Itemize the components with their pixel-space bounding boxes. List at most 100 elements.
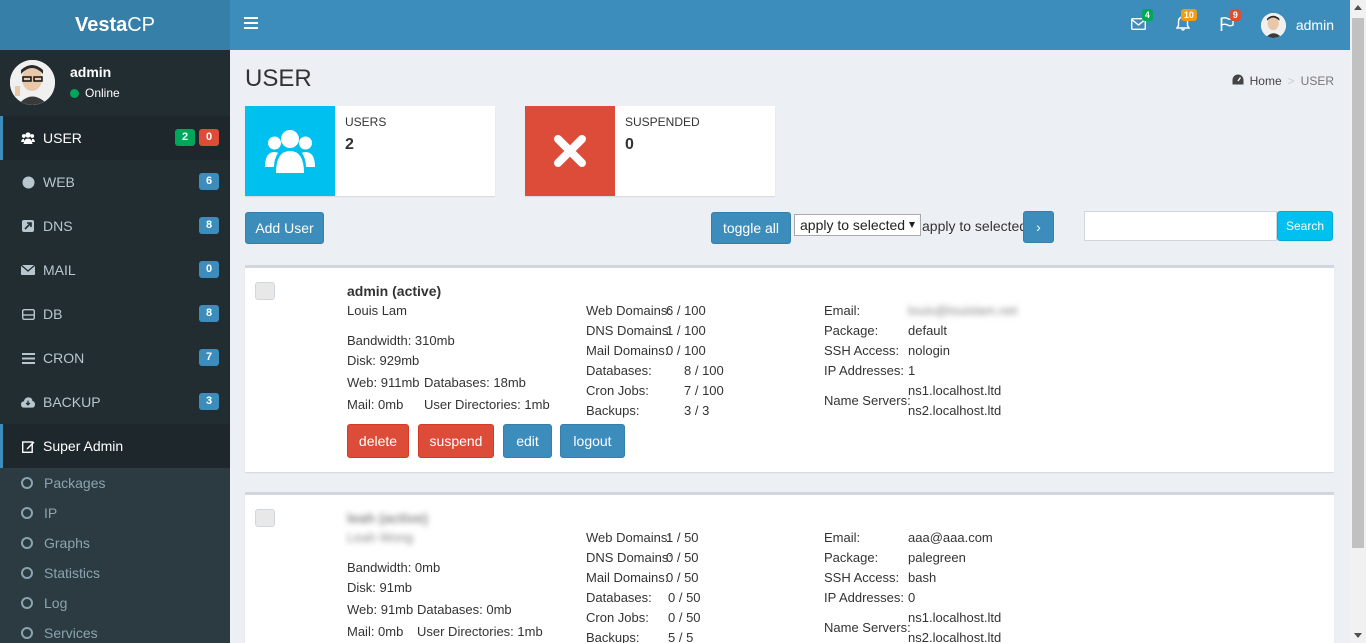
scroll-down-icon[interactable] [1354,633,1362,638]
ns-label: Name Servers: [824,620,911,635]
page-title: USER [245,65,312,92]
ip-label: IP Addresses: [824,590,904,605]
quota-label: Mail Domains: [586,343,669,358]
logout-button[interactable]: logout [560,424,625,458]
quota-value: 8 / 100 [684,363,724,378]
databases-usage: Databases: 0mb [417,602,512,617]
database-icon [21,307,35,321]
submenu-label: Statistics [44,565,101,581]
circle-icon [21,567,33,579]
messages-menu[interactable]: 4 [1117,0,1161,50]
submenu-item-services[interactable]: Services [0,618,230,643]
quota-value: 6 / 100 [666,303,706,318]
delete-button[interactable]: delete [347,424,409,458]
sidebar-item-db[interactable]: DB 8 [0,292,230,336]
row-checkbox[interactable] [255,282,275,300]
quota-label: DNS Domains: [586,323,672,338]
breadcrumb-home[interactable]: Home [1250,74,1282,88]
app-logo[interactable]: VestaCP [0,0,230,50]
sidebar-item-web[interactable]: WEB 6 [0,160,230,204]
package-value: palegreen [908,550,966,565]
cloud-download-icon [21,395,35,409]
mail-usage: Mail: 0mb [347,397,404,412]
submenu-item-packages[interactable]: Packages [0,468,230,498]
databases-usage: Databases: 18mb [424,375,526,390]
globe-icon [21,175,35,189]
submenu-item-log[interactable]: Log [0,588,230,618]
notifications-menu[interactable]: 10 [1161,0,1205,50]
quota-label: Databases: [586,590,652,605]
ssh-value: bash [908,570,937,585]
ip-value: 0 [908,590,916,605]
disk: Disk: 91mb [347,580,413,595]
sidebar-item-super-admin[interactable]: Super Admin [0,424,230,468]
user-dirs-usage: User Directories: 1mb [424,397,550,412]
user-status: Online [70,86,120,100]
apply-label: apply to selected [922,218,1028,234]
sidebar-item-mail[interactable]: MAIL 0 [0,248,230,292]
submenu-item-ip[interactable]: IP [0,498,230,528]
quota-value: 7 / 100 [684,383,724,398]
toggle-all-button[interactable]: toggle all [711,212,791,244]
bandwidth: Bandwidth: 310mb [347,333,455,348]
quota-value: 3 / 3 [684,403,710,418]
count-badge: 0 [199,261,219,278]
sidebar-item-user[interactable]: USER 2 0 [0,116,230,160]
scrollbar-thumb[interactable] [1352,18,1364,548]
add-user-button[interactable]: Add User [245,212,324,244]
super-admin-submenu: Packages IP Graphs Statistics Log Servic… [0,468,230,643]
page-scrollbar[interactable] [1350,0,1366,643]
sidebar-item-label: MAIL [43,262,76,278]
count-badge: 3 [199,393,219,410]
submenu-label: Log [44,595,68,611]
suspend-button[interactable]: suspend [418,424,494,458]
scroll-up-icon[interactable] [1354,5,1362,10]
logo-rest: CP [127,14,156,36]
apply-go-button[interactable]: › [1023,211,1054,243]
user-menu[interactable]: admin [1249,0,1350,50]
user-title[interactable]: admin (active) [347,283,441,299]
dashboard-icon [1232,74,1244,88]
quota-value: 0 / 50 [666,570,699,585]
ssh-label: SSH Access: [824,570,900,585]
web-usage: Web: 911mb [347,375,420,390]
submenu-label: IP [44,505,58,521]
breadcrumb-separator: > [1287,74,1295,88]
edit-icon [21,439,35,453]
circle-icon [21,477,33,489]
quota-label: Databases: [586,363,652,378]
bulk-action-select[interactable]: apply to selected [794,214,921,236]
quota-label: Web Domains: [586,530,672,545]
sidebar-item-cron[interactable]: CRON 7 [0,336,230,380]
sidebar-item-backup[interactable]: BACKUP 3 [0,380,230,424]
count-badge: 8 [199,305,219,322]
ip-label: IP Addresses: [824,363,904,378]
row-checkbox[interactable] [255,509,275,527]
quota-label: Cron Jobs: [586,610,649,625]
count-badge: 8 [199,217,219,234]
circle-icon [21,507,33,519]
sidebar-toggle-icon[interactable] [244,17,258,32]
submenu-item-graphs[interactable]: Graphs [0,528,230,558]
search-input[interactable] [1084,211,1277,241]
top-navbar: 4 10 9 admin [230,0,1350,50]
email-value: louis@louislam.net [908,303,1018,318]
search-button[interactable]: Search [1277,211,1333,241]
sidebar-item-dns[interactable]: DNS 8 [0,204,230,248]
quota-value: 1 / 100 [666,323,706,338]
quota-value: 0 / 100 [666,343,706,358]
disk: Disk: 929mb [347,353,420,368]
mail-usage: Mail: 0mb [347,624,404,639]
stat-label: SUSPENDED [625,115,700,129]
email-label: Email: [824,530,861,545]
web-usage: Web: 91mb [347,602,414,617]
user-title[interactable]: leah (active) [347,510,428,526]
edit-button[interactable]: edit [503,424,552,458]
avatar [1260,12,1286,38]
quota-value: 1 / 50 [666,530,699,545]
tasks-menu[interactable]: 9 [1205,0,1249,50]
caret-down-icon [909,222,915,228]
ns-value: ns1.localhost.ltd [908,610,1002,625]
submenu-item-statistics[interactable]: Statistics [0,558,230,588]
sidebar-item-label: CRON [43,350,85,366]
